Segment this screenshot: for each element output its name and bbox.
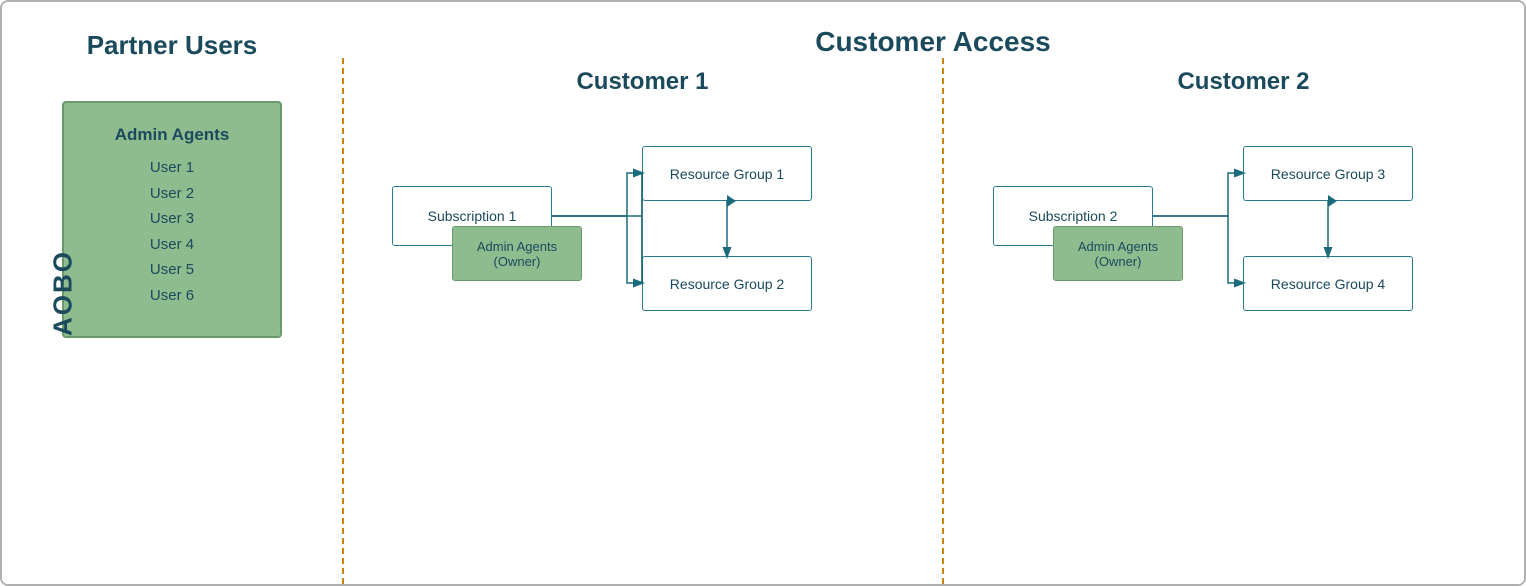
customer-access-title: Customer Access — [342, 26, 1524, 58]
admin-agents-user-6: User 6 — [150, 283, 194, 309]
admin-agents-box: Admin Agents User 1 User 2 User 3 User 4… — [62, 101, 282, 338]
resource-group1-box: Resource Group 1 — [642, 146, 812, 201]
customer-access-panel: Customer Access Customer 1 Subscription … — [342, 2, 1524, 584]
customers-row: Customer 1 Subscription 1 Admin Agents (… — [342, 58, 1524, 584]
customer1-col: Customer 1 Subscription 1 Admin Agents (… — [342, 58, 923, 584]
customer1-diagram: Subscription 1 Admin Agents (Owner) Reso… — [362, 126, 923, 584]
aobo-label: AOBO — [48, 250, 79, 336]
admin-agents-user-3: User 3 — [150, 206, 194, 232]
admin-agents-owner1-box: Admin Agents (Owner) — [452, 226, 582, 281]
resource-group2-box: Resource Group 2 — [642, 256, 812, 311]
admin-agents-owner2-box: Admin Agents (Owner) — [1053, 226, 1183, 281]
customer2-col: Customer 2 Subscription 2 Admin Agents (… — [923, 58, 1524, 584]
resource-group3-box: Resource Group 3 — [1243, 146, 1413, 201]
admin-agents-user-2: User 2 — [150, 181, 194, 207]
admin-agents-user-5: User 5 — [150, 257, 194, 283]
admin-agents-user-1: User 1 — [150, 155, 194, 181]
admin-agents-user-4: User 4 — [150, 232, 194, 258]
resource-group4-box: Resource Group 4 — [1243, 256, 1413, 311]
main-container: Partner Users AOBO Admin Agents User 1 U… — [0, 0, 1526, 586]
partner-users-title: Partner Users — [87, 30, 258, 61]
customer2-title: Customer 2 — [1177, 68, 1309, 96]
partner-users-panel: Partner Users AOBO Admin Agents User 1 U… — [2, 2, 342, 584]
admin-agents-box-title: Admin Agents — [115, 125, 230, 145]
customer2-diagram: Subscription 2 Admin Agents (Owner) Reso… — [963, 126, 1524, 584]
customer1-title: Customer 1 — [576, 68, 708, 96]
